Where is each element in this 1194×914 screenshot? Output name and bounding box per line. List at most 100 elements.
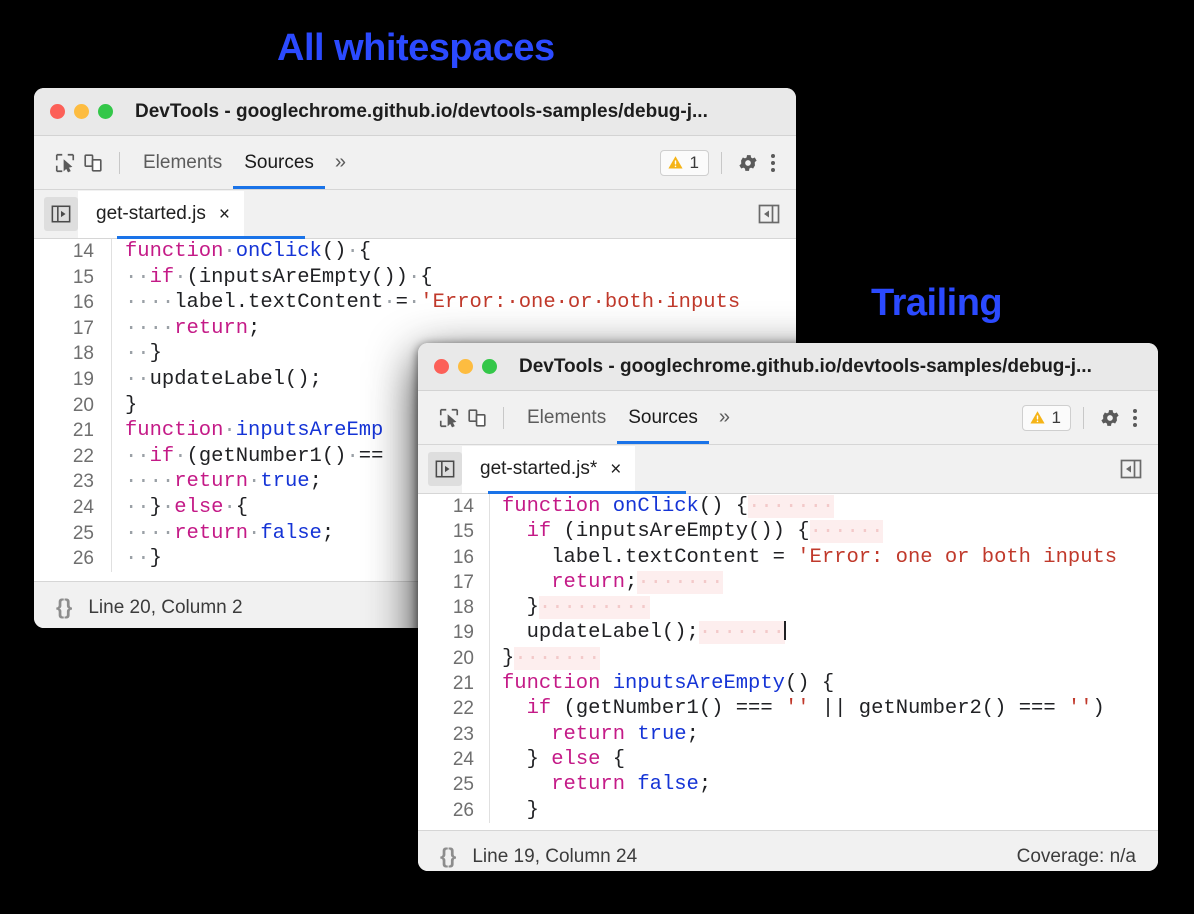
code-token: return: [551, 723, 625, 746]
more-panels-icon[interactable]: »: [709, 406, 740, 429]
line-number: 15: [418, 519, 490, 544]
code-line[interactable]: 17····return;: [34, 316, 796, 342]
window2-devtools-toolbar: Elements Sources » 1: [418, 391, 1158, 445]
line-number: 19: [418, 620, 490, 645]
code-token: ;: [699, 773, 711, 796]
window2-file-tabstrip: get-started.js* ×: [418, 445, 1158, 494]
code-token: [502, 520, 527, 543]
code-line[interactable]: 14function·onClick()·{: [34, 239, 796, 265]
code-token: (getNumber1(): [187, 445, 347, 468]
code-line[interactable]: 21function inputsAreEmpty() {: [418, 671, 1158, 696]
tab-elements[interactable]: Elements: [132, 137, 233, 189]
code-token: true: [260, 470, 309, 493]
code-line[interactable]: 15··if·(inputsAreEmpty())·{: [34, 265, 796, 291]
line-content: ··updateLabel();: [112, 367, 322, 393]
code-token: [600, 672, 612, 695]
code-token: {: [600, 748, 625, 771]
show-navigator-icon[interactable]: [44, 197, 78, 231]
tab-elements[interactable]: Elements: [516, 392, 617, 444]
code-token: ······: [810, 520, 884, 543]
window1-file-tabstrip: get-started.js ×: [34, 190, 796, 239]
maximize-window-button[interactable]: [98, 104, 113, 119]
warning-badge[interactable]: 1: [1022, 405, 1071, 431]
code-line[interactable]: 18 }·········: [418, 595, 1158, 620]
pretty-print-icon[interactable]: {}: [440, 845, 456, 869]
line-content: return false;: [490, 772, 711, 797]
maximize-window-button[interactable]: [482, 359, 497, 374]
warning-badge[interactable]: 1: [660, 150, 709, 176]
line-content: function·inputsAreEmp: [112, 418, 383, 444]
kebab-menu-icon[interactable]: [762, 150, 784, 176]
code-line[interactable]: 15 if (inputsAreEmpty()) {······: [418, 519, 1158, 544]
line-number: 25: [418, 772, 490, 797]
text-cursor: [784, 621, 786, 640]
show-navigator-icon[interactable]: [428, 452, 462, 486]
code-line[interactable]: 16 label.textContent = 'Error: one or bo…: [418, 545, 1158, 570]
collapse-sidebar-icon[interactable]: [1116, 454, 1146, 484]
line-number: 19: [34, 367, 112, 393]
line-content: } else {: [490, 747, 625, 772]
kebab-menu-icon[interactable]: [1124, 405, 1146, 431]
pretty-print-icon[interactable]: {}: [56, 596, 72, 620]
code-token: {: [420, 266, 432, 289]
code-token: }: [150, 496, 162, 519]
gear-icon[interactable]: [1096, 404, 1124, 432]
code-line[interactable]: 14function onClick() {·······: [418, 494, 1158, 519]
code-line[interactable]: 17 return;·······: [418, 570, 1158, 595]
code-line[interactable]: 23 return true;: [418, 722, 1158, 747]
code-token: label.textContent =: [502, 546, 797, 569]
collapse-sidebar-icon[interactable]: [754, 199, 784, 229]
code-line[interactable]: 20}·······: [418, 646, 1158, 671]
window2-title: DevTools - googlechrome.github.io/devtoo…: [519, 356, 1092, 378]
device-toolbar-icon[interactable]: [463, 404, 491, 432]
code-token: ·: [408, 266, 420, 289]
code-token: if: [527, 697, 552, 720]
code-line[interactable]: 25 return false;: [418, 772, 1158, 797]
code-token: (): [322, 240, 347, 263]
line-content: function onClick() {·······: [490, 494, 834, 519]
window2-titlebar: DevTools - googlechrome.github.io/devtoo…: [418, 343, 1158, 391]
line-number: 18: [418, 595, 490, 620]
code-token: ··: [125, 496, 150, 519]
window2-code-editor[interactable]: 14function onClick() {·······15 if (inpu…: [418, 494, 1158, 830]
code-token: return: [551, 773, 625, 796]
line-content: if (getNumber1() === '' || getNumber2() …: [490, 696, 1105, 721]
code-token: [625, 773, 637, 796]
close-icon[interactable]: ×: [610, 460, 621, 479]
inspect-cursor-icon[interactable]: [51, 149, 79, 177]
code-line[interactable]: 19 updateLabel();·······: [418, 620, 1158, 645]
code-token: }: [502, 647, 514, 670]
file-tab-get-started[interactable]: get-started.js* ×: [462, 446, 635, 493]
close-icon[interactable]: ×: [219, 205, 230, 224]
file-tab-label: get-started.js: [96, 203, 206, 225]
gear-icon[interactable]: [734, 149, 762, 177]
code-token: else: [174, 496, 223, 519]
code-line[interactable]: 22 if (getNumber1() === '' || getNumber2…: [418, 696, 1158, 721]
more-panels-icon[interactable]: »: [325, 151, 356, 174]
code-line[interactable]: 24 } else {: [418, 747, 1158, 772]
code-line[interactable]: 26 }: [418, 798, 1158, 823]
tab-sources[interactable]: Sources: [233, 137, 325, 189]
code-token: function: [502, 672, 600, 695]
close-window-button[interactable]: [50, 104, 65, 119]
code-line[interactable]: 16····label.textContent·=·'Error:·one·or…: [34, 290, 796, 316]
code-token: updateLabel();: [502, 621, 699, 644]
file-tab-get-started[interactable]: get-started.js ×: [78, 191, 244, 238]
inspect-cursor-icon[interactable]: [435, 404, 463, 432]
minimize-window-button[interactable]: [74, 104, 89, 119]
close-window-button[interactable]: [434, 359, 449, 374]
line-content: function·onClick()·{: [112, 239, 371, 265]
line-content: ····return·false;: [112, 521, 334, 547]
annotation-trailing: Trailing: [871, 282, 1002, 325]
tab-sources[interactable]: Sources: [617, 392, 709, 444]
warning-count: 1: [1052, 408, 1061, 428]
minimize-window-button[interactable]: [458, 359, 473, 374]
device-toolbar-icon[interactable]: [79, 149, 107, 177]
line-number: 26: [34, 546, 112, 572]
line-number: 20: [418, 646, 490, 671]
devtools-window-trailing: DevTools - googlechrome.github.io/devtoo…: [418, 343, 1158, 871]
line-number: 24: [34, 495, 112, 521]
code-token: false: [260, 522, 322, 545]
code-token: (inputsAreEmpty()) {: [551, 520, 809, 543]
code-token: inputsAreEmp: [236, 419, 384, 442]
